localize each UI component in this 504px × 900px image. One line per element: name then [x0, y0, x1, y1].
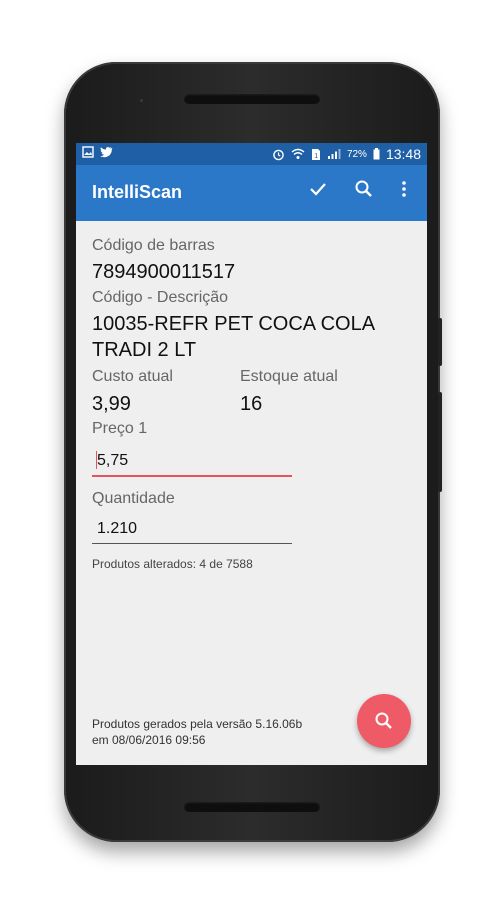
twitter-icon [100, 147, 113, 158]
wifi-icon [291, 148, 305, 159]
code-description-label: Código - Descrição [92, 289, 229, 306]
battery-percent: 72% [346, 148, 367, 160]
bottom-speaker [184, 802, 320, 812]
status-time: 13:48 [385, 146, 421, 162]
barcode-value: 7894900011517 [92, 261, 236, 283]
search-icon[interactable] [354, 179, 374, 205]
front-camera [140, 99, 143, 102]
preco-value: 5,75 [97, 452, 129, 469]
check-icon[interactable] [308, 179, 328, 205]
more-vert-icon[interactable] [394, 179, 414, 205]
barcode-label: Código de barras [92, 237, 215, 254]
preco-label: Preço 1 [92, 420, 148, 437]
alarm-icon [273, 149, 284, 160]
produtos-alterados-text: Produtos alterados: 4 de 7588 [92, 557, 253, 571]
code-description-line2: TRADI 2 LT [92, 339, 197, 361]
code-description-line1: 10035-REFR PET COCA COLA [92, 313, 376, 335]
footer-text: Produtos gerados pela versão 5.16.06b em… [92, 716, 302, 748]
power-button [438, 318, 442, 366]
app-bar: IntelliScan [76, 165, 427, 221]
volume-button [438, 392, 442, 492]
quantidade-input[interactable]: 1.210 [92, 517, 292, 544]
custo-value: 3,99 [92, 393, 131, 415]
app-title: IntelliScan [92, 182, 183, 202]
quantidade-label: Quantidade [92, 490, 175, 507]
estoque-value: 16 [240, 393, 263, 415]
sim-icon: 1 [311, 148, 320, 160]
screen: 1 72% 13:48 IntelliScan Código de barras… [76, 143, 427, 765]
footer-line2: em 08/06/2016 09:56 [92, 733, 206, 747]
svg-text:1: 1 [314, 153, 318, 160]
image-icon [82, 146, 94, 158]
estoque-label: Estoque atual [240, 368, 338, 385]
status-bar: 1 72% 13:48 [76, 143, 427, 165]
fab-search-icon [375, 712, 392, 729]
top-speaker [184, 94, 320, 104]
battery-icon [373, 148, 380, 160]
quantidade-value: 1.210 [97, 520, 138, 537]
custo-label: Custo atual [92, 368, 173, 385]
signal-icon [327, 149, 341, 159]
footer-line1: Produtos gerados pela versão 5.16.06b [92, 717, 303, 731]
search-fab[interactable] [357, 694, 411, 748]
preco-input[interactable]: 5,75 [92, 449, 292, 477]
